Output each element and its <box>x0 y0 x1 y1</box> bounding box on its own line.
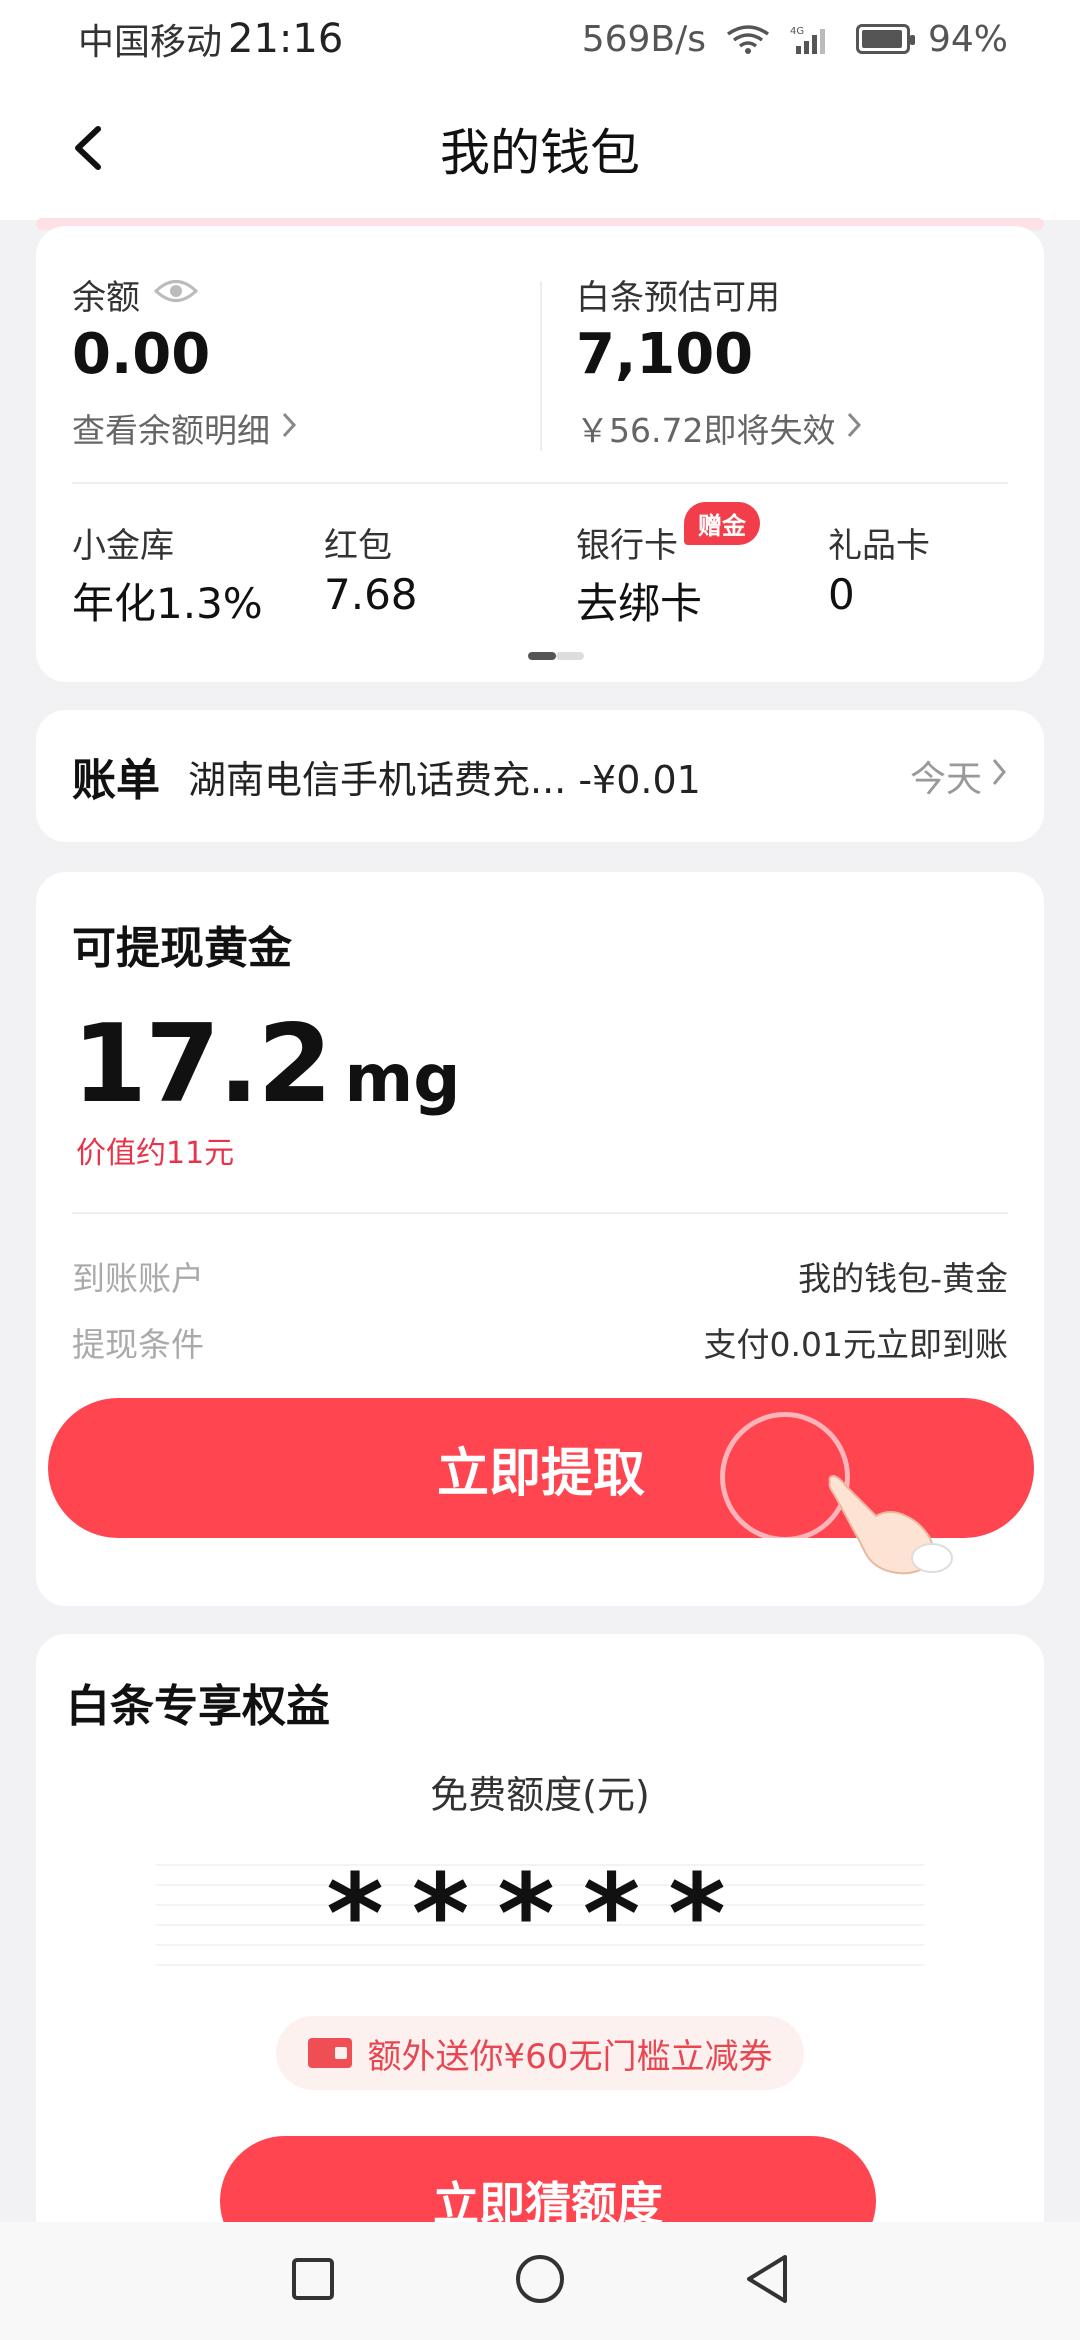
condition-label: 提现条件 <box>72 1325 204 1364</box>
coupon-text: 额外送你¥60无门槛立减券 <box>367 2036 773 2077</box>
eye-icon[interactable] <box>153 275 199 315</box>
quota-label: 免费额度(元) <box>430 1773 650 1817</box>
vertical-divider <box>540 281 542 451</box>
page-indicator <box>528 652 584 660</box>
gold-amount: 17.2 mg <box>72 1002 460 1127</box>
balance-value: 0.00 <box>72 322 211 387</box>
balance-detail-link[interactable]: 查看余额明细 <box>72 404 298 452</box>
hidden-quota: ***** <box>156 1846 924 1982</box>
credit-expire-label: ￥56.72即将失效 <box>576 411 836 450</box>
battery-icon <box>855 24 915 54</box>
credit-expire-link[interactable]: ￥56.72即将失效 <box>576 404 863 452</box>
account-label: 到账账户 <box>72 1259 204 1298</box>
gold-card: 可提现黄金 17.2 mg 价值约11元 到账账户 我的钱包-黄金 提现条件 支… <box>36 872 1044 1606</box>
account-value: 我的钱包-黄金 <box>798 1259 1008 1298</box>
back-nav-icon[interactable] <box>743 2253 791 2309</box>
page-title: 我的钱包 <box>440 124 640 182</box>
page-dot-active <box>528 652 556 660</box>
wallet-item-label-bankcard[interactable]: 银行卡 <box>576 518 678 567</box>
bill-card[interactable]: 账单 湖南电信手机话费充... -¥0.01 今天 <box>36 710 1044 842</box>
back-button[interactable] <box>58 118 118 178</box>
gold-amount-unit: mg <box>344 1040 461 1117</box>
status-bar: 中国移动 21:16 569B/s 4G 94% <box>0 0 1080 78</box>
page-dot <box>556 652 584 660</box>
wallet-item-label-giftcard[interactable]: 礼品卡 <box>828 518 930 567</box>
bill-description: 湖南电信手机话费充... -¥0.01 <box>188 757 701 802</box>
credit-label: 白条预估可用 <box>576 278 780 318</box>
gold-amount-value: 17.2 <box>72 1002 332 1127</box>
chevron-right-icon <box>845 409 863 448</box>
wallet-item-value-bankcard[interactable]: 去绑卡 <box>576 570 702 631</box>
wallet-item-value-xiaojinku[interactable]: 年化1.3% <box>72 570 263 631</box>
signal-icon: 4G <box>790 24 838 54</box>
bill-date: 今天 <box>909 759 982 800</box>
coupon-icon <box>307 2038 352 2068</box>
balance-label: 余额 <box>72 278 140 318</box>
status-time: 21:16 <box>228 16 344 62</box>
bill-date-link[interactable]: 今天 <box>910 750 1008 802</box>
carrier-name: 中国移动 <box>78 22 223 63</box>
wallet-item-value-hongbao[interactable]: 7.68 <box>324 570 418 619</box>
balance-detail-label: 查看余额明细 <box>72 411 270 450</box>
gold-worth: 价值约11元 <box>76 1136 235 1171</box>
gold-title: 可提现黄金 <box>72 923 292 974</box>
gold-divider <box>72 1212 1008 1214</box>
chevron-right-icon <box>990 756 1008 797</box>
status-right: 569B/s 4G 94% <box>582 19 1008 60</box>
home-icon[interactable] <box>514 2253 566 2309</box>
credit-value: 7,100 <box>576 322 754 387</box>
baitiao-title: 白条专享权益 <box>66 1681 330 1732</box>
bill-title: 账单 <box>72 755 160 806</box>
wallet-item-value-giftcard[interactable]: 0 <box>828 570 855 619</box>
recents-icon[interactable] <box>289 2255 337 2307</box>
svg-text:4G: 4G <box>790 26 804 37</box>
status-left: 中国移动 21:16 <box>78 13 343 65</box>
battery-percent: 94% <box>927 18 1008 60</box>
balance-label-row: 余额 <box>72 270 199 319</box>
coupon-pill[interactable]: 额外送你¥60无门槛立减券 <box>276 2016 804 2090</box>
system-nav-bar <box>0 2222 1080 2340</box>
wifi-icon <box>724 24 772 54</box>
chevron-left-icon <box>75 126 101 170</box>
chevron-right-icon <box>280 409 298 448</box>
page-header: 我的钱包 <box>0 78 1080 220</box>
network-speed: 569B/s <box>581 18 706 60</box>
wallet-item-label-hongbao[interactable]: 红包 <box>324 518 392 567</box>
gift-badge: 赠金 <box>684 502 760 545</box>
wallet-item-label-xiaojinku[interactable]: 小金库 <box>72 518 174 567</box>
condition-value: 支付0.01元立即到账 <box>703 1325 1008 1364</box>
horizontal-divider <box>72 482 1008 484</box>
pointing-hand-icon <box>820 1472 960 1582</box>
wallet-summary-card: 余额 0.00 查看余额明细 白条预估可用 7,100 ￥56.72即将失效 小… <box>36 226 1044 682</box>
